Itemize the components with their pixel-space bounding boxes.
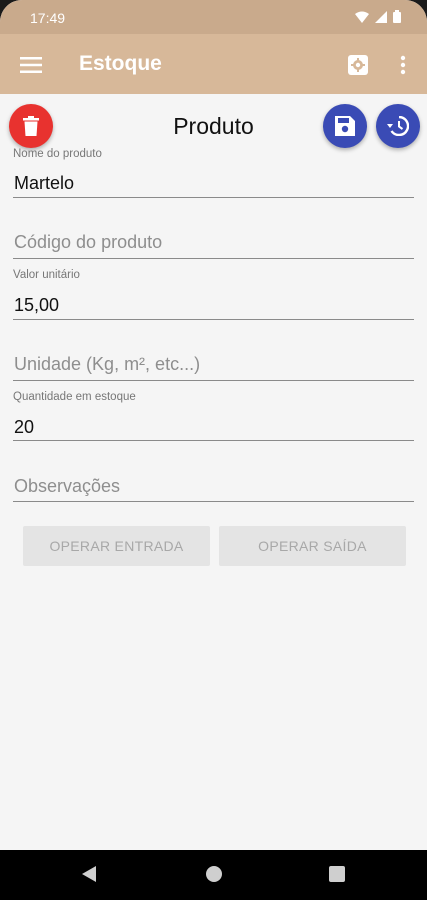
notes-field[interactable]: Observações <box>13 464 414 506</box>
overflow-menu-button[interactable] <box>390 50 416 80</box>
unit-field[interactable]: Unidade (Kg, m², etc...) <box>13 342 414 384</box>
status-bar: 17:49 <box>0 0 427 34</box>
product-name-field[interactable]: Nome do produto Martelo <box>13 146 414 200</box>
recents-icon[interactable] <box>329 866 345 882</box>
notes-placeholder: Observações <box>14 476 121 496</box>
settings-button[interactable] <box>343 50 373 80</box>
wifi-icon <box>355 11 369 23</box>
stock-quantity-field[interactable]: Quantidade em estoque 20 <box>13 389 414 443</box>
product-name-label: Nome do produto <box>13 148 102 160</box>
home-icon[interactable] <box>206 866 222 882</box>
history-button[interactable] <box>376 104 420 148</box>
unit-price-field[interactable]: Valor unitário 15,00 <box>13 267 414 321</box>
product-code-field[interactable]: Código do produto <box>13 220 414 262</box>
app-title: Estoque <box>79 52 162 75</box>
phone-screen: 17:49 Estoque Produto Nome do produto Ma… <box>0 0 427 900</box>
product-name-underline <box>13 197 414 198</box>
battery-icon <box>393 10 401 23</box>
back-icon[interactable] <box>80 864 98 884</box>
product-code-placeholder: Código do produto <box>14 232 163 252</box>
save-button[interactable] <box>323 104 367 148</box>
save-icon <box>335 116 355 136</box>
more-vert-icon <box>400 55 406 75</box>
stock-quantity-label: Quantidade em estoque <box>13 391 136 403</box>
unit-placeholder: Unidade (Kg, m², etc...) <box>14 354 201 374</box>
notes-underline <box>13 501 414 502</box>
app-bar: Estoque <box>0 34 427 94</box>
menu-icon <box>20 57 42 73</box>
history-icon <box>387 116 409 136</box>
unit-price-value: 15,00 <box>14 295 60 315</box>
product-name-value: Martelo <box>14 173 75 193</box>
product-code-underline <box>13 258 414 259</box>
unit-price-underline <box>13 319 414 320</box>
stock-entry-button[interactable]: OPERAR ENTRADA <box>23 526 210 566</box>
signal-icon <box>375 10 387 23</box>
system-nav-bar <box>0 850 427 900</box>
unit-price-label: Valor unitário <box>13 269 80 281</box>
status-time: 17:49 <box>30 10 66 26</box>
menu-button[interactable] <box>16 50 46 80</box>
stock-quantity-value: 20 <box>14 417 35 437</box>
settings-icon <box>348 55 368 75</box>
stock-quantity-underline <box>13 440 414 441</box>
status-icons <box>355 10 401 23</box>
stock-exit-button[interactable]: OPERAR SAÍDA <box>219 526 406 566</box>
unit-underline <box>13 380 414 381</box>
